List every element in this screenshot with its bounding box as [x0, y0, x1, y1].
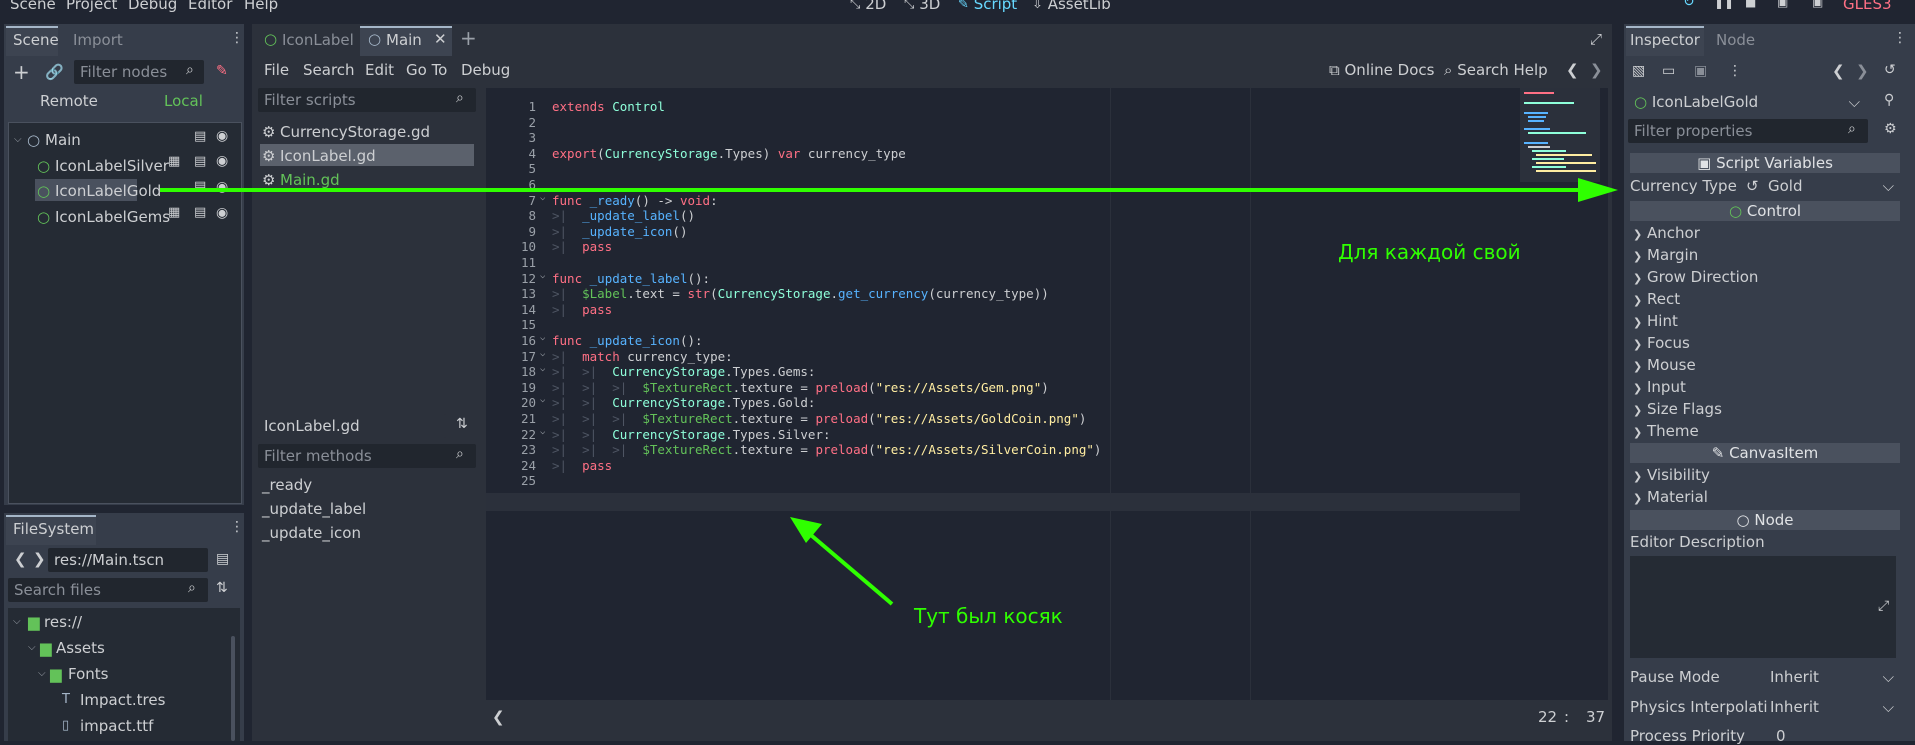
- bottom-arrow-shaft: [803, 528, 894, 606]
- right-arrow-head: [1578, 178, 1618, 202]
- annotation-right-note: Для каждой свой: [1338, 240, 1521, 264]
- annotation-bottom-note: Тут был косяк: [914, 604, 1063, 628]
- annotation-arrows: [160, 178, 1618, 606]
